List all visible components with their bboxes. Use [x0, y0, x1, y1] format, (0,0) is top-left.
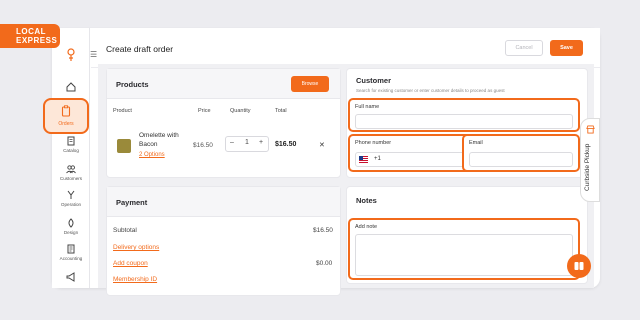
- help-button[interactable]: [567, 254, 591, 278]
- payment-card: Payment Subtotal $16.50 Delivery options…: [106, 186, 341, 296]
- sidebar: Catalog Customers Operation Design Accou…: [52, 28, 90, 288]
- column-header-product: Product: [113, 108, 132, 114]
- cancel-button[interactable]: Cancel: [505, 40, 543, 56]
- subtotal-value: $16.50: [313, 227, 333, 234]
- accounting-icon: [67, 244, 75, 254]
- remove-item-icon[interactable]: ✕: [319, 141, 325, 149]
- membership-id-link[interactable]: Membership ID: [113, 276, 157, 283]
- add-note-label: Add note: [355, 224, 378, 230]
- curbside-pickup-tab[interactable]: Curbside Pickup: [580, 118, 600, 202]
- delivery-options-link[interactable]: Delivery options: [113, 244, 159, 251]
- store-icon: [586, 125, 595, 134]
- phone-country-code: +1: [374, 156, 381, 162]
- products-card-header: Products Browse: [107, 69, 340, 99]
- customer-title: Customer: [356, 76, 392, 85]
- products-card: Products Browse Product Price Quantity T…: [106, 68, 341, 178]
- add-coupon-link[interactable]: Add coupon: [113, 260, 148, 267]
- home-icon: [66, 82, 76, 92]
- sidebar-item-orders[interactable]: Orders: [43, 98, 89, 134]
- sidebar-logo-icon[interactable]: [52, 48, 90, 64]
- quantity-stepper[interactable]: – 1 +: [225, 136, 269, 152]
- catalog-icon: [67, 136, 75, 146]
- design-icon: [68, 218, 74, 228]
- product-total: $16.50: [275, 141, 297, 148]
- product-price: $16.50: [193, 142, 213, 149]
- email-field[interactable]: Email: [462, 134, 580, 172]
- product-options-link[interactable]: 2 Options: [139, 152, 165, 158]
- collapse-sidebar-icon[interactable]: ☰: [90, 50, 100, 60]
- sidebar-item-accounting[interactable]: Accounting: [52, 244, 90, 262]
- browse-button[interactable]: Browse: [291, 76, 329, 92]
- coupon-value: $0.00: [316, 260, 333, 267]
- clipboard-icon: [61, 105, 71, 117]
- page-header: Create draft order Cancel Save: [91, 28, 600, 68]
- notes-title: Notes: [356, 196, 377, 205]
- curbside-pickup-label: Curbside Pickup: [584, 143, 591, 191]
- add-note-field[interactable]: Add note: [348, 218, 580, 280]
- column-header-quantity: Quantity: [230, 108, 251, 114]
- products-title: Products: [116, 80, 149, 89]
- email-input[interactable]: [469, 152, 573, 167]
- sidebar-item-marketing[interactable]: [52, 272, 90, 284]
- add-note-textarea[interactable]: [355, 234, 573, 276]
- increment-icon[interactable]: +: [259, 139, 263, 146]
- column-header-price: Price: [198, 108, 211, 114]
- product-name: Omelette with Bacon: [139, 132, 179, 148]
- megaphone-icon: [66, 272, 75, 282]
- customers-icon: [66, 165, 76, 174]
- email-label: Email: [469, 140, 483, 146]
- full-name-field[interactable]: Full name: [348, 98, 580, 132]
- sidebar-item-operation[interactable]: Operation: [52, 190, 90, 208]
- page-title: Create draft order: [106, 44, 174, 54]
- book-icon: [574, 262, 584, 270]
- sidebar-item-catalog[interactable]: Catalog: [52, 136, 90, 154]
- save-button[interactable]: Save: [550, 40, 583, 56]
- decrement-icon[interactable]: –: [230, 139, 234, 146]
- sidebar-item-home[interactable]: [52, 82, 90, 94]
- column-header-total: Total: [275, 108, 287, 114]
- main-content: Products Browse Product Price Quantity T…: [98, 64, 594, 296]
- full-name-label: Full name: [355, 104, 380, 110]
- brand-logo: LOCAL EXPRESS: [0, 24, 60, 48]
- product-thumbnail: [117, 139, 131, 153]
- customer-subtitle: Search for existing customer or enter cu…: [356, 88, 505, 93]
- full-name-input[interactable]: [355, 114, 573, 129]
- payment-card-header: Payment: [107, 187, 340, 217]
- sidebar-item-customers[interactable]: Customers: [52, 164, 90, 182]
- payment-title: Payment: [116, 198, 148, 207]
- us-flag-icon[interactable]: [359, 156, 368, 163]
- subtotal-label: Subtotal: [113, 227, 137, 234]
- quantity-value[interactable]: 1: [245, 139, 249, 146]
- operation-icon: [67, 190, 75, 199]
- phone-number-label: Phone number: [355, 140, 392, 146]
- sidebar-item-design[interactable]: Design: [52, 218, 90, 236]
